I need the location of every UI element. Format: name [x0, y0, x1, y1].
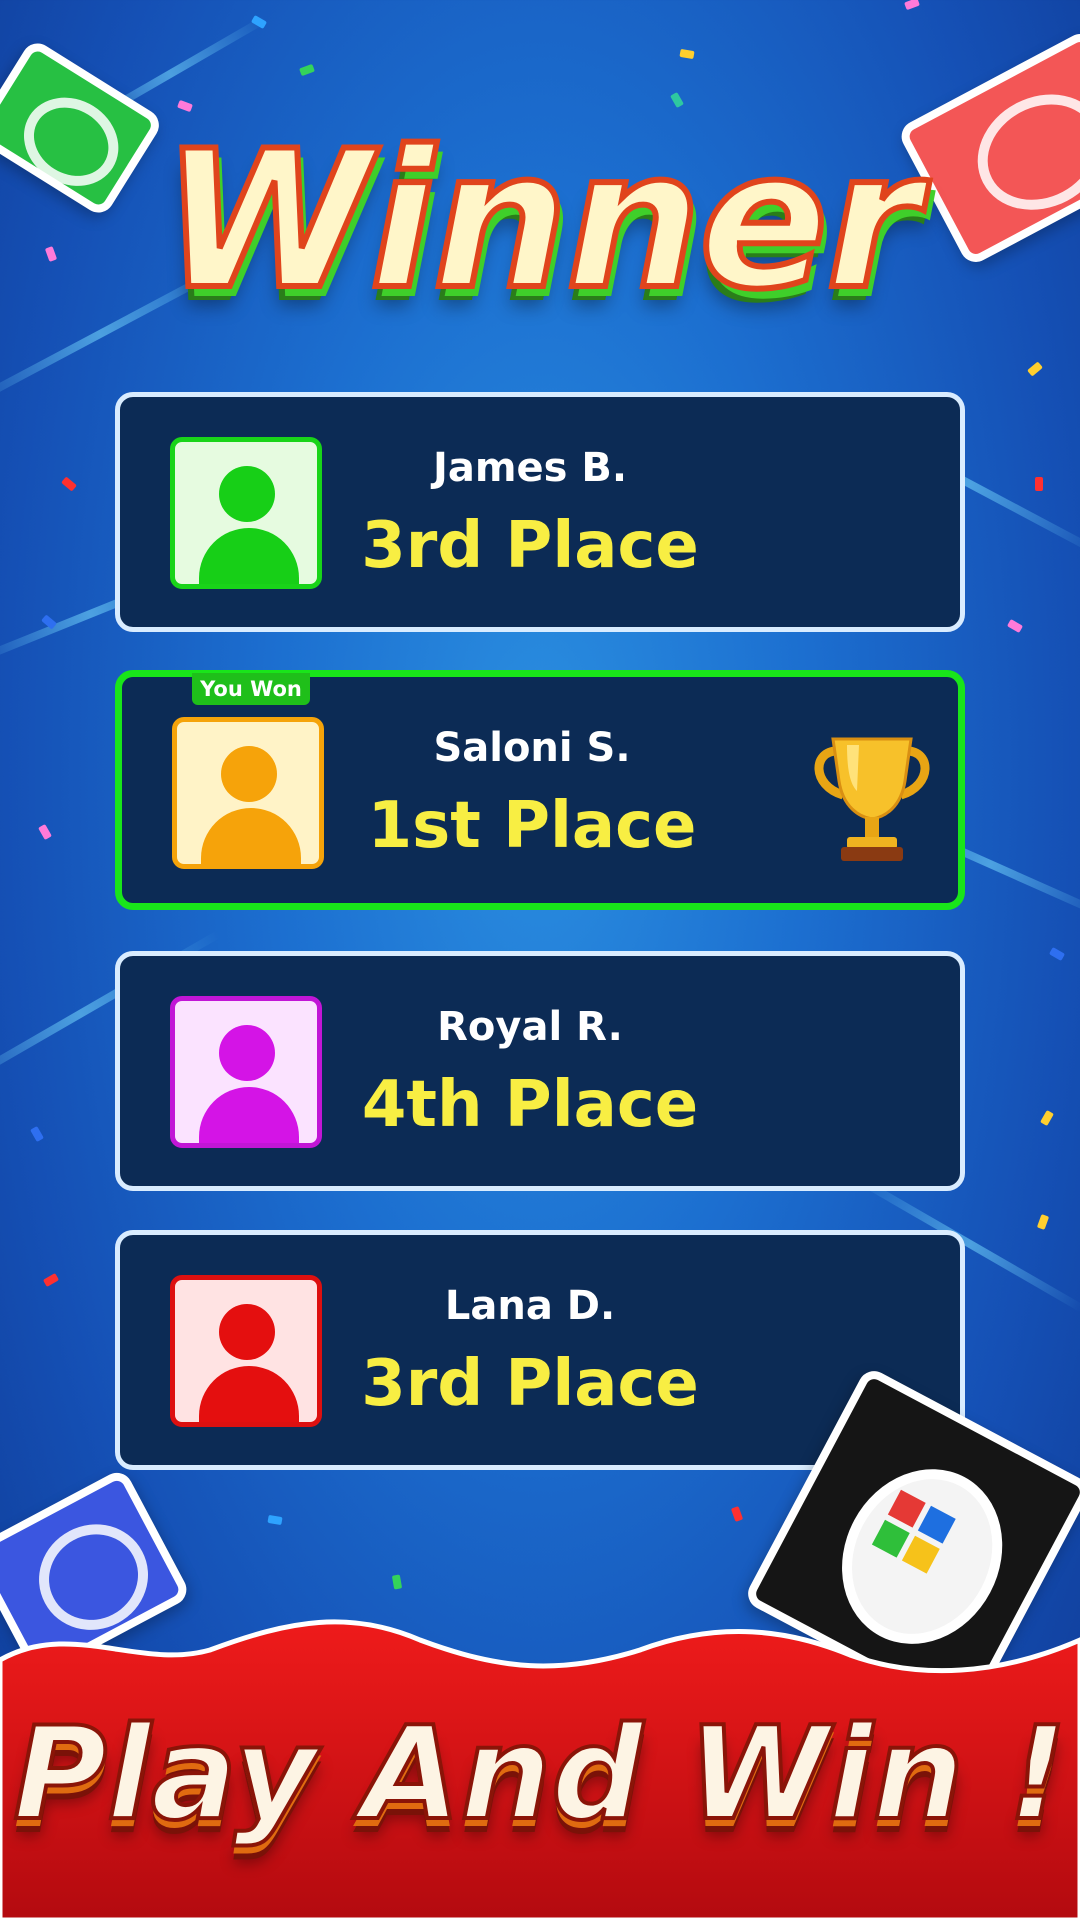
confetti [42, 1273, 60, 1287]
player-place: 3rd Place [361, 1347, 699, 1421]
confetti [299, 63, 315, 77]
confetti [679, 48, 695, 60]
confetti [61, 476, 77, 492]
confetti [30, 1125, 44, 1143]
confetti [1006, 619, 1024, 633]
player-place: 4th Place [361, 1068, 699, 1142]
confetti [1027, 361, 1043, 377]
player-name: Royal R. [437, 1004, 623, 1050]
person-icon [219, 1025, 275, 1081]
person-icon [219, 1304, 275, 1360]
confetti [730, 1506, 744, 1522]
player-avatar [170, 1275, 322, 1427]
player-name: Lana D. [444, 1283, 616, 1329]
player-name: Saloni S. [433, 725, 631, 771]
confetti [1048, 947, 1066, 961]
confetti [267, 1514, 283, 1526]
player-avatar [170, 437, 322, 589]
confetti [1036, 1214, 1050, 1230]
person-icon [221, 746, 277, 802]
confetti [1040, 1109, 1054, 1127]
player-avatar [170, 996, 322, 1148]
confetti [670, 91, 684, 109]
winner-title: Winner [159, 107, 923, 334]
play-and-win-button[interactable]: Play And Win ! [0, 1698, 1080, 1851]
confetti [38, 823, 52, 841]
player-avatar [172, 717, 324, 869]
confetti [391, 1574, 403, 1590]
player-place: 3rd Place [361, 509, 699, 583]
player-name: James B. [432, 445, 628, 491]
you-won-badge: You Won [192, 673, 310, 705]
person-icon [219, 466, 275, 522]
player-panel: Royal R. 4th Place [115, 951, 965, 1191]
confetti [1035, 477, 1043, 491]
player-panel: James B. 3rd Place [115, 392, 965, 632]
player-panel-winner: You Won Saloni S. 1st Place [115, 670, 965, 910]
trophy-icon [814, 737, 930, 861]
confetti [904, 0, 920, 11]
player-place: 1st Place [367, 789, 697, 863]
